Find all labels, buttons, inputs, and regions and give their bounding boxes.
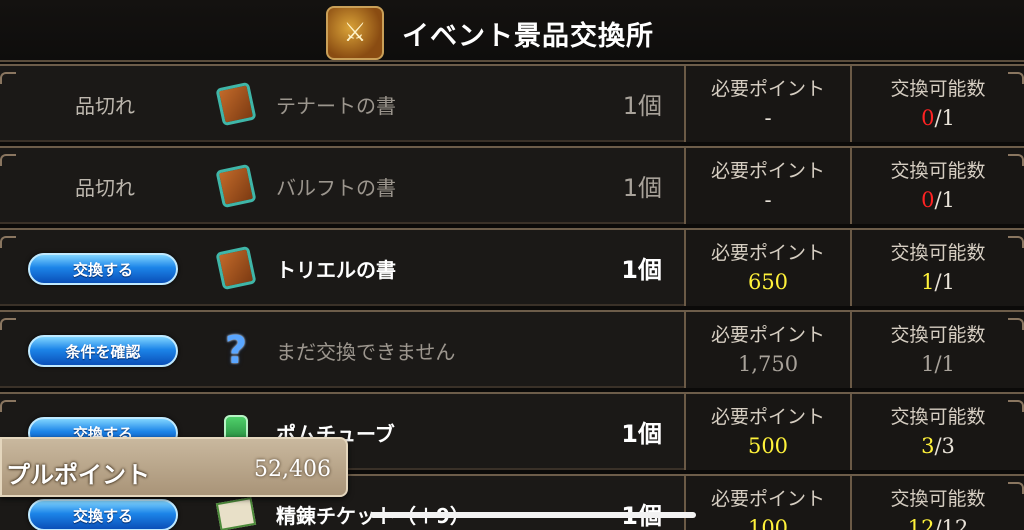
exchange-limit-cell: 交換可能数 3/3: [850, 394, 1024, 470]
sold-out-label: 品切れ: [75, 94, 135, 118]
item-quantity: 1個: [621, 256, 662, 284]
exchange-limit-value: 1/1: [852, 352, 1024, 376]
exchange-limit-current: 12: [907, 516, 935, 530]
item-quantity: 1個: [621, 420, 662, 448]
required-points-label: 必要ポイント: [710, 78, 825, 100]
required-points-cell: 必要ポイント 100: [684, 476, 850, 530]
item-name: バルフトの書: [276, 176, 396, 200]
exchange-button[interactable]: 交換する: [28, 253, 178, 285]
exchange-limit-value: 0/1: [852, 188, 1024, 212]
exchange-limit-max: /1: [934, 188, 955, 212]
exchange-limit-current: 0: [921, 188, 935, 212]
exchange-limit-cell: 交換可能数 0/1: [850, 148, 1024, 224]
exchange-limit-max: /1: [934, 352, 955, 376]
exchange-limit-max: /1: [934, 106, 955, 130]
exchange-row: 品切れ バルフトの書 1個 必要ポイント - 交換可能数 0/1: [0, 146, 1024, 224]
item-quantity: 1個: [622, 174, 662, 202]
exchange-limit-current: 0: [921, 106, 935, 130]
exchange-limit-label: 交換可能数: [890, 324, 986, 346]
points-label: プルポイント: [6, 461, 150, 489]
page-title: イベント景品交換所: [402, 21, 654, 52]
item-quantity: 1個: [622, 92, 662, 120]
exchange-limit-label: 交換可能数: [890, 160, 986, 182]
points-value: 52,406: [254, 457, 331, 482]
points-panel: プルポイント 52,406: [0, 437, 348, 497]
required-points-value: 650: [747, 270, 789, 294]
book-icon: [215, 81, 257, 127]
required-points-label: 必要ポイント: [710, 242, 825, 264]
required-points-label: 必要ポイント: [710, 160, 825, 182]
book-icon: [215, 163, 257, 209]
exchange-button[interactable]: 交換する: [28, 499, 178, 530]
exchange-limit-label: 交換可能数: [890, 78, 986, 100]
required-points-value: 500: [747, 434, 789, 458]
exchange-limit-max: /1: [934, 270, 955, 294]
exchange-limit-label: 交換可能数: [890, 242, 986, 264]
required-points-label: 必要ポイント: [710, 406, 825, 428]
exchange-limit-label: 交換可能数: [890, 488, 986, 510]
required-points-value: 100: [747, 516, 789, 530]
exchange-limit-value: 3/3: [852, 434, 1024, 458]
item-name: テナートの書: [276, 94, 396, 118]
book-icon: [215, 245, 257, 291]
scroll-indicator[interactable]: [370, 512, 696, 518]
exchange-limit-value: 0/1: [852, 106, 1024, 130]
exchange-limit-current: 1: [921, 270, 935, 294]
exchange-limit-max: /3: [934, 434, 955, 458]
item-name: トリエルの書: [276, 258, 396, 282]
shop-emblem-icon: ⚔: [326, 6, 384, 60]
required-points-cell: 必要ポイント 650: [684, 230, 850, 306]
required-points-label: 必要ポイント: [710, 488, 825, 510]
exchange-limit-max: /12: [934, 516, 969, 530]
exchange-limit-cell: 交換可能数 12/12: [850, 476, 1024, 530]
ticket-icon: [215, 494, 257, 530]
exchange-limit-cell: 交換可能数 0/1: [850, 66, 1024, 142]
check-conditions-button[interactable]: 条件を確認: [28, 335, 178, 367]
exchange-limit-cell: 交換可能数 1/1: [850, 312, 1024, 388]
required-points-cell: 必要ポイント -: [684, 148, 850, 224]
page-header: ⚔ イベント景品交換所: [0, 0, 1024, 62]
exchange-row: 条件を確認? まだ交換できません 必要ポイント 1,750 交換可能数 1/1: [0, 310, 1024, 388]
item-name: まだ交換できません: [276, 340, 456, 364]
required-points-cell: 必要ポイント 1,750: [684, 312, 850, 388]
required-points-cell: 必要ポイント 500: [684, 394, 850, 470]
exchange-limit-value: 1/1: [852, 270, 1024, 294]
exchange-limit-label: 交換可能数: [890, 406, 986, 428]
question-icon: ?: [224, 328, 248, 372]
exchange-limit-current: 1: [921, 352, 935, 376]
sold-out-label: 品切れ: [75, 176, 135, 200]
exchange-row: 交換する トリエルの書 1個 必要ポイント 650 交換可能数 1/1: [0, 228, 1024, 306]
required-points-value: 1,750: [737, 352, 799, 376]
exchange-limit-current: 3: [921, 434, 935, 458]
exchange-limit-value: 12/12: [852, 516, 1024, 530]
exchange-limit-cell: 交換可能数 1/1: [850, 230, 1024, 306]
required-points-label: 必要ポイント: [710, 324, 825, 346]
exchange-row: 品切れ テナートの書 1個 必要ポイント - 交換可能数 0/1: [0, 64, 1024, 142]
required-points-value: -: [764, 106, 772, 130]
required-points-cell: 必要ポイント -: [684, 66, 850, 142]
required-points-value: -: [764, 188, 772, 212]
